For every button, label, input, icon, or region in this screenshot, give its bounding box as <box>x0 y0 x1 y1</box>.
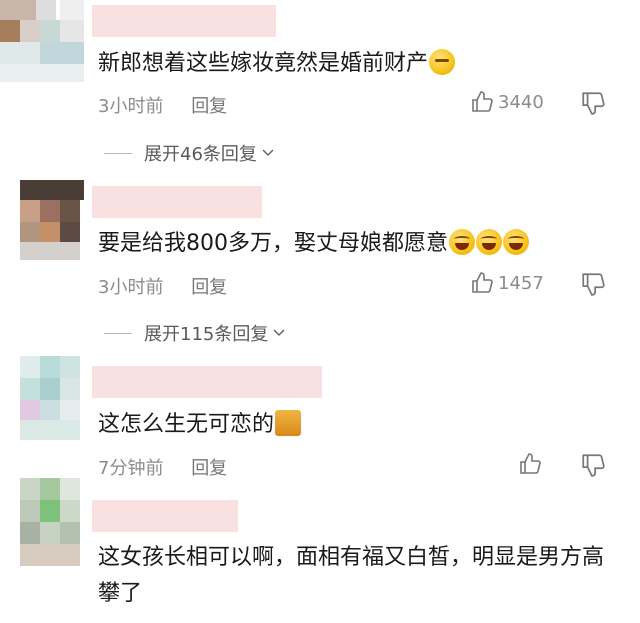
like-count: 1457 <box>498 272 544 294</box>
expand-replies-label: 展开46条回复 <box>144 144 257 165</box>
avatar[interactable] <box>0 356 92 448</box>
laughing-tears-icon <box>503 229 529 255</box>
chevron-down-icon <box>273 329 285 337</box>
comment-text: 这女孩长相可以啊，面相有福又白皙，明显是男方高攀了 <box>98 545 605 606</box>
thinking-face-icon <box>429 49 456 75</box>
thumbs-up-icon <box>520 453 541 474</box>
reply-button[interactable]: 回复 <box>191 458 227 479</box>
like-button[interactable]: 3440 <box>470 90 544 114</box>
comment-text: 要是给我800多万，娶丈母娘都愿意 <box>98 226 529 262</box>
comment-text: 这怎么生无可恋的 <box>98 407 302 443</box>
expand-replies-label: 展开115条回复 <box>144 324 269 345</box>
username-blur[interactable] <box>92 366 322 398</box>
thumbs-down-icon[interactable] <box>580 90 606 116</box>
username-blur[interactable] <box>92 500 238 532</box>
laughing-tears-icon <box>449 229 475 255</box>
comment-text: 新郎想着这些嫁妆竟然是婚前财产 <box>98 46 456 82</box>
cat-face-icon <box>275 410 302 436</box>
avatar[interactable] <box>0 178 92 270</box>
comment-time: 7分钟前 <box>98 458 164 479</box>
like-button[interactable] <box>518 452 546 476</box>
laughing-tears-icon <box>476 229 502 255</box>
avatar[interactable] <box>0 0 92 92</box>
comment-meta: 3小时前 回复 <box>98 273 227 299</box>
thumbs-up-icon <box>472 91 493 112</box>
comment-time: 3小时前 <box>98 96 164 117</box>
thumbs-down-icon[interactable] <box>580 271 606 297</box>
chevron-down-icon <box>262 149 274 157</box>
comment-time: 3小时前 <box>98 277 164 298</box>
comment-meta: 7分钟前 回复 <box>98 454 227 480</box>
reply-button[interactable]: 回复 <box>191 96 227 117</box>
thumbs-down-icon[interactable] <box>580 452 606 478</box>
expand-replies-button[interactable]: 展开115条回复 <box>104 320 286 346</box>
username-blur[interactable] <box>92 5 276 37</box>
comment-meta: 3小时前 回复 <box>98 92 227 118</box>
expand-replies-button[interactable]: 展开46条回复 <box>104 140 275 166</box>
like-button[interactable]: 1457 <box>470 271 544 295</box>
like-count: 3440 <box>498 91 544 113</box>
divider-line <box>104 152 132 154</box>
avatar[interactable] <box>0 478 92 570</box>
thumbs-up-icon <box>472 272 493 293</box>
divider-line <box>104 332 132 334</box>
reply-button[interactable]: 回复 <box>191 277 227 298</box>
username-blur[interactable] <box>92 186 262 218</box>
